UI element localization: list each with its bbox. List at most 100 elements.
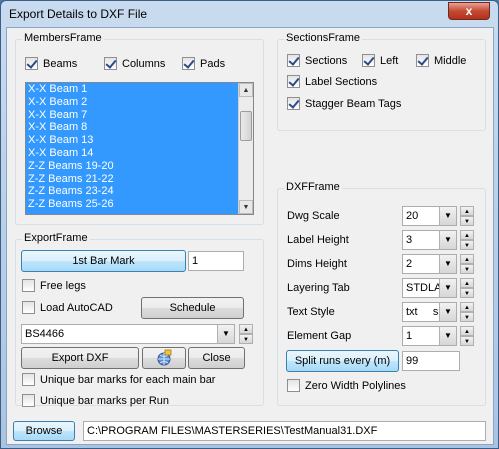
members-list-items: X-X Beam 1 X-X Beam 2 X-X Beam 7 X-X Beam 8… bbox=[26, 83, 253, 211]
members-list-scrollbar[interactable]: ▲ ▼ bbox=[238, 83, 253, 214]
pads-label: Pads bbox=[200, 58, 226, 70]
window-close-button[interactable]: x bbox=[448, 2, 490, 20]
sections-label: Sections bbox=[305, 55, 348, 67]
settings-tool-button[interactable] bbox=[142, 347, 186, 369]
members-list-item[interactable]: X-X Beam 1 bbox=[26, 83, 253, 96]
chevron-down-icon[interactable]: ▼ bbox=[217, 325, 234, 343]
zero-width-polylines-checkbox[interactable] bbox=[287, 379, 300, 392]
columns-label: Columns bbox=[122, 58, 166, 70]
label-sections-label: Label Sections bbox=[305, 76, 378, 88]
split-runs-input[interactable]: 99 bbox=[402, 351, 460, 371]
members-list[interactable]: X-X Beam 1 X-X Beam 2 X-X Beam 7 X-X Beam 8… bbox=[25, 82, 254, 215]
dxf-row-label: Label Height bbox=[287, 234, 349, 246]
export-dxf-button[interactable]: Export DXF bbox=[21, 347, 139, 369]
chevron-down-icon[interactable]: ▼ bbox=[439, 255, 456, 273]
left-label: Left bbox=[380, 55, 399, 67]
spin-down-icon[interactable]: ▼ bbox=[460, 288, 474, 298]
dxf-row-label: Layering Tab bbox=[287, 282, 350, 294]
dxf-row-select[interactable]: txt s ▼ bbox=[402, 302, 457, 322]
sections-checkbox[interactable] bbox=[287, 54, 300, 67]
beams-checkbox[interactable] bbox=[25, 57, 38, 70]
spin-up-icon[interactable]: ▲ bbox=[460, 326, 474, 336]
dxf-row-spinner[interactable]: ▲ ▼ bbox=[460, 230, 474, 250]
dxf-row-label: Text Style bbox=[287, 306, 335, 318]
free-legs-checkbox[interactable] bbox=[22, 279, 35, 292]
dxf-row-spinner[interactable]: ▲ ▼ bbox=[460, 326, 474, 346]
load-autocad-label: Load AutoCAD bbox=[40, 302, 113, 314]
first-bar-mark-button[interactable]: 1st Bar Mark bbox=[21, 250, 186, 272]
spin-down-icon[interactable]: ▼ bbox=[460, 312, 474, 322]
dxf-row-label: Element Gap bbox=[287, 330, 352, 342]
dxf-row-select[interactable]: STDLAY ▼ bbox=[402, 278, 457, 298]
columns-checkbox[interactable] bbox=[104, 57, 117, 70]
dxf-row-select[interactable]: 2 ▼ bbox=[402, 254, 457, 274]
dxf-row-select[interactable]: 20 ▼ bbox=[402, 206, 457, 226]
chevron-down-icon[interactable]: ▼ bbox=[439, 279, 456, 297]
close-button[interactable]: Close bbox=[188, 347, 245, 369]
unique-main-bar-label: Unique bar marks for each main bar bbox=[40, 374, 216, 386]
spin-up-icon[interactable]: ▲ bbox=[460, 254, 474, 264]
spin-up-icon[interactable]: ▲ bbox=[239, 324, 253, 334]
left-checkbox[interactable] bbox=[362, 54, 375, 67]
beams-label: Beams bbox=[43, 58, 78, 70]
chevron-down-icon[interactable]: ▼ bbox=[439, 303, 456, 321]
dxf-row-select[interactable]: 3 ▼ bbox=[402, 230, 457, 250]
chevron-down-icon[interactable]: ▼ bbox=[439, 327, 456, 345]
members-list-item[interactable]: Z-Z Beams 21-22 bbox=[26, 173, 253, 186]
schedule-button[interactable]: Schedule bbox=[141, 297, 244, 319]
pads-checkbox[interactable] bbox=[182, 57, 195, 70]
split-runs-button[interactable]: Split runs every (m) bbox=[286, 350, 399, 372]
chevron-down-icon[interactable]: ▼ bbox=[439, 231, 456, 249]
middle-label: Middle bbox=[434, 55, 467, 67]
zero-width-polylines-label: Zero Width Polylines bbox=[305, 380, 406, 392]
dxf-row-spinner[interactable]: ▲ ▼ bbox=[460, 254, 474, 274]
dxf-row-label: Dims Height bbox=[287, 258, 347, 270]
members-list-item[interactable]: X-X Beam 7 bbox=[26, 109, 253, 122]
spin-down-icon[interactable]: ▼ bbox=[460, 240, 474, 250]
label-sections-checkbox[interactable] bbox=[287, 75, 300, 88]
members-list-item[interactable]: Z-Z Beams 25-26 bbox=[26, 198, 253, 211]
dxf-frame: DXFFrame Dwg Scale 20 ▼ ▲ ▼ Label Height 3 ▼ ▲ ▼ D… bbox=[277, 181, 486, 406]
members-list-item[interactable]: X-X Beam 8 bbox=[26, 121, 253, 134]
spin-down-icon[interactable]: ▼ bbox=[460, 264, 474, 274]
title-bar: Export Details to DXF File x bbox=[1, 1, 498, 27]
stagger-beam-tags-checkbox[interactable] bbox=[287, 97, 300, 110]
scroll-down-icon[interactable]: ▼ bbox=[239, 200, 253, 214]
members-list-item[interactable]: X-X Beam 13 bbox=[26, 134, 253, 147]
stagger-beam-tags-label: Stagger Beam Tags bbox=[305, 98, 402, 110]
spin-up-icon[interactable]: ▲ bbox=[460, 302, 474, 312]
members-list-item[interactable]: X-X Beam 2 bbox=[26, 96, 253, 109]
dxf-row-select[interactable]: 1 ▼ bbox=[402, 326, 457, 346]
members-list-item[interactable]: X-X Beam 14 bbox=[26, 147, 253, 160]
members-list-item[interactable]: Z-Z Beams 23-24 bbox=[26, 185, 253, 198]
standard-spinner[interactable]: ▲ ▼ bbox=[239, 324, 253, 344]
dxf-row-spinner[interactable]: ▲ ▼ bbox=[460, 278, 474, 298]
dxf-row-spinner[interactable]: ▲ ▼ bbox=[460, 206, 474, 226]
spin-down-icon[interactable]: ▼ bbox=[460, 336, 474, 346]
spin-up-icon[interactable]: ▲ bbox=[460, 230, 474, 240]
members-frame: MembersFrame Beams Columns Pads X-X Beam… bbox=[15, 32, 264, 225]
scroll-thumb[interactable] bbox=[240, 111, 252, 141]
output-path-input[interactable]: C:\PROGRAM FILES\MASTERSERIES\TestManual… bbox=[83, 421, 486, 441]
spin-up-icon[interactable]: ▲ bbox=[460, 278, 474, 288]
unique-main-bar-checkbox[interactable] bbox=[22, 373, 35, 386]
chevron-down-icon[interactable]: ▼ bbox=[439, 207, 456, 225]
window-title: Export Details to DXF File bbox=[9, 7, 148, 21]
sections-frame-title: SectionsFrame bbox=[284, 32, 362, 44]
load-autocad-checkbox[interactable] bbox=[22, 301, 35, 314]
free-legs-label: Free legs bbox=[40, 280, 86, 292]
spin-down-icon[interactable]: ▼ bbox=[460, 216, 474, 226]
globe-icon bbox=[157, 349, 172, 366]
first-bar-mark-input[interactable]: 1 bbox=[188, 251, 244, 271]
browse-button[interactable]: Browse bbox=[13, 421, 75, 441]
spin-up-icon[interactable]: ▲ bbox=[460, 206, 474, 216]
members-list-item[interactable]: Z-Z Beams 19-20 bbox=[26, 160, 253, 173]
standard-select[interactable]: BS4466 ▼ bbox=[21, 324, 235, 344]
unique-per-run-checkbox[interactable] bbox=[22, 394, 35, 407]
dxf-row-value: txt s bbox=[406, 306, 439, 318]
dxf-row-spinner[interactable]: ▲ ▼ bbox=[460, 302, 474, 322]
spin-down-icon[interactable]: ▼ bbox=[239, 334, 253, 344]
scroll-up-icon[interactable]: ▲ bbox=[239, 83, 253, 97]
middle-checkbox[interactable] bbox=[416, 54, 429, 67]
dxf-row-value: 3 bbox=[406, 234, 413, 246]
